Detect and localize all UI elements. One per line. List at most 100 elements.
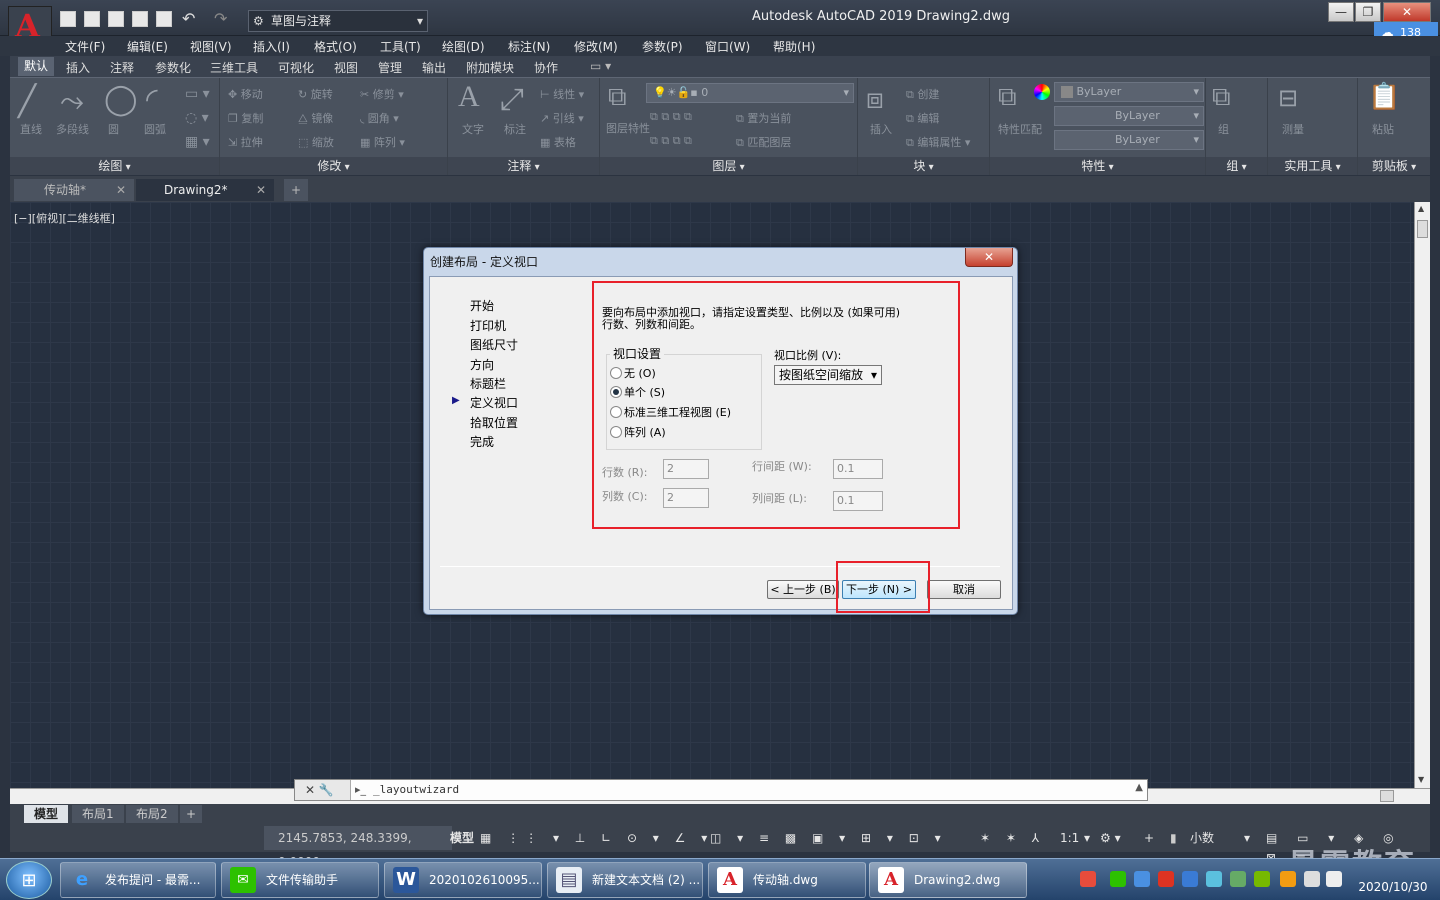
copy-tool[interactable]: ❐ 复制: [228, 110, 263, 126]
vertical-scrollbar[interactable]: ▲ ▼: [1414, 202, 1430, 788]
match-layer-tool[interactable]: ⧉ 匹配图层: [736, 134, 791, 150]
menu-view[interactable]: 视图(V): [190, 38, 232, 55]
tab-insert[interactable]: 插入: [66, 59, 90, 76]
tab-parametric[interactable]: 参数化: [155, 59, 191, 76]
close-tab-icon[interactable]: ✕: [116, 179, 126, 201]
leader-tool[interactable]: ↗ 引线 ▾: [540, 110, 584, 126]
lineweight-dropdown[interactable]: ByLayer ▾: [1054, 130, 1204, 150]
doc-tab-drawing2[interactable]: Drawing2* ✕: [136, 179, 274, 201]
polyline-icon[interactable]: ⤳: [60, 84, 84, 119]
group-icon[interactable]: ⧉: [1212, 82, 1231, 113]
stretch-tool[interactable]: ⇲ 拉伸: [228, 134, 263, 150]
doc-tab-transmission-shaft[interactable]: 传动轴* ✕: [14, 179, 134, 201]
coordinate-readout[interactable]: 2145.7853, 248.3399, 0.0000: [264, 826, 452, 869]
menu-tools[interactable]: 工具(T): [380, 38, 421, 55]
ribbon-toggle-icon[interactable]: ▭ ▾: [590, 59, 611, 73]
annotation-panel-title[interactable]: 注释: [448, 157, 599, 175]
rows-input[interactable]: 2: [663, 459, 709, 479]
radio-array[interactable]: 阵列 (A): [610, 424, 666, 440]
line-icon[interactable]: ╱: [18, 84, 36, 119]
clipboard-panel-title[interactable]: 剪贴板: [1358, 157, 1430, 175]
block-panel-title[interactable]: 块: [858, 157, 989, 175]
model-space-toggle[interactable]: 模型: [450, 828, 474, 848]
tray-box-icon[interactable]: [1206, 871, 1222, 887]
tray-wechat-icon[interactable]: [1110, 871, 1126, 887]
create-block-tool[interactable]: ⧉ 创建: [906, 86, 939, 102]
paste-icon[interactable]: 📋: [1368, 82, 1400, 112]
radio-single[interactable]: 单个 (S): [610, 384, 665, 400]
task-autocad-drawing2[interactable]: A Drawing2.dwg: [869, 862, 1027, 898]
command-history-icon[interactable]: ▲: [1135, 782, 1143, 793]
tray-app-icon[interactable]: [1230, 871, 1246, 887]
layer-dropdown[interactable]: 💡☀🔓▪ 0 ▾: [646, 83, 854, 103]
start-button[interactable]: ⊞: [6, 861, 52, 899]
new-file-icon[interactable]: [60, 11, 76, 27]
layer-tools-row1[interactable]: ⧉ ⧉ ⧉ ⧉: [650, 110, 692, 124]
draw-panel-title[interactable]: 绘图: [10, 157, 219, 175]
workspace-selector[interactable]: 草图与注释: [248, 10, 428, 32]
units-display[interactable]: 小数: [1190, 828, 1214, 848]
restore-button[interactable]: ❐: [1355, 2, 1381, 22]
tab-annotate[interactable]: 注释: [110, 59, 134, 76]
tab-layout2[interactable]: 布局2: [126, 805, 178, 823]
tab-layout1[interactable]: 布局1: [72, 805, 124, 823]
add-icon[interactable]: +: [1144, 828, 1154, 848]
undo-icon[interactable]: ↶: [182, 9, 195, 28]
edit-attributes-tool[interactable]: ⧉ 编辑属性 ▾: [906, 134, 970, 150]
close-command-icon[interactable]: ✕: [305, 783, 315, 797]
close-button[interactable]: ✕: [1383, 2, 1431, 22]
linetype-dropdown[interactable]: ByLayer ▾: [1054, 106, 1204, 126]
tray-shield-icon[interactable]: [1182, 871, 1198, 887]
arc-icon[interactable]: ◜: [146, 82, 158, 117]
units-dropdown-icon[interactable]: ▾: [1244, 828, 1250, 848]
row-spacing-input[interactable]: 0.1: [833, 459, 883, 479]
tray-network-icon[interactable]: [1304, 871, 1320, 887]
menu-parametric[interactable]: 参数(P): [642, 38, 683, 55]
insert-block-icon[interactable]: ⧈: [866, 82, 884, 116]
customize-wrench-icon[interactable]: 🔧: [319, 783, 334, 797]
radio-none[interactable]: 无 (O): [610, 365, 656, 381]
menu-dimension[interactable]: 标注(N): [508, 38, 550, 55]
radio-std-3d-views[interactable]: 标准三维工程视图 (E): [610, 404, 731, 420]
task-text-doc[interactable]: ▤ 新建文本文档 (2) ...: [547, 862, 703, 898]
match-properties-icon[interactable]: ⧉: [998, 82, 1017, 113]
tab-addins[interactable]: 附加模块: [466, 59, 514, 76]
edit-block-tool[interactable]: ⧉ 编辑: [906, 110, 939, 126]
move-tool[interactable]: ✥ 移动: [228, 86, 263, 102]
tray-netease-icon[interactable]: [1158, 871, 1174, 887]
menu-edit[interactable]: 编辑(E): [127, 38, 168, 55]
boundary-icon[interactable]: ▦ ▾: [185, 134, 210, 150]
mirror-tool[interactable]: ⧋ 镜像: [298, 110, 333, 126]
menu-draw[interactable]: 绘图(D): [442, 38, 485, 55]
scale-dropdown-icon[interactable]: ▾: [1084, 828, 1090, 848]
tab-view[interactable]: 视图: [334, 59, 358, 76]
open-file-icon[interactable]: [84, 11, 100, 27]
dialog-close-button[interactable]: ✕: [965, 248, 1013, 267]
settings-gear-icon[interactable]: ⚙ ▾: [1100, 828, 1121, 848]
minimize-button[interactable]: —: [1328, 2, 1354, 22]
task-ie-browser[interactable]: e 发布提问 - 最需...: [60, 862, 216, 898]
groups-panel-title[interactable]: 组: [1206, 157, 1267, 175]
system-clock[interactable]: 2020/10/30: [1350, 862, 1436, 896]
menu-window[interactable]: 窗口(W): [705, 38, 750, 55]
osnap-icons[interactable]: ◫ ▾ ≡ ▩ ▣ ▾ ⊞ ▾ ⊡ ▾: [710, 828, 947, 848]
save-as-icon[interactable]: [132, 11, 148, 27]
tray-flag-icon[interactable]: [1280, 871, 1296, 887]
fillet-tool[interactable]: ◟ 圆角 ▾: [360, 110, 399, 126]
menu-insert[interactable]: 插入(I): [253, 38, 290, 55]
rectangle-icon[interactable]: ▭ ▾: [185, 86, 210, 102]
rotate-tool[interactable]: ↻ 旋转: [298, 86, 333, 102]
new-tab-button[interactable]: +: [284, 179, 308, 201]
text-icon[interactable]: A: [458, 80, 480, 114]
task-word-doc[interactable]: W 2020102610095...: [384, 862, 542, 898]
columns-input[interactable]: 2: [663, 488, 709, 508]
tray-volume-icon[interactable]: [1326, 871, 1342, 887]
set-current-tool[interactable]: ⧉ 置为当前: [736, 110, 791, 126]
table-tool[interactable]: ▦ 表格: [540, 134, 576, 150]
color-wheel-icon[interactable]: [1034, 84, 1050, 100]
utilities-panel-title[interactable]: 实用工具: [1268, 157, 1357, 175]
tab-output[interactable]: 输出: [422, 59, 446, 76]
viewport-scale-select[interactable]: 按图纸空间缩放: [774, 365, 882, 385]
redo-icon[interactable]: ↷: [214, 9, 227, 28]
tab-home[interactable]: 默认: [18, 57, 55, 76]
